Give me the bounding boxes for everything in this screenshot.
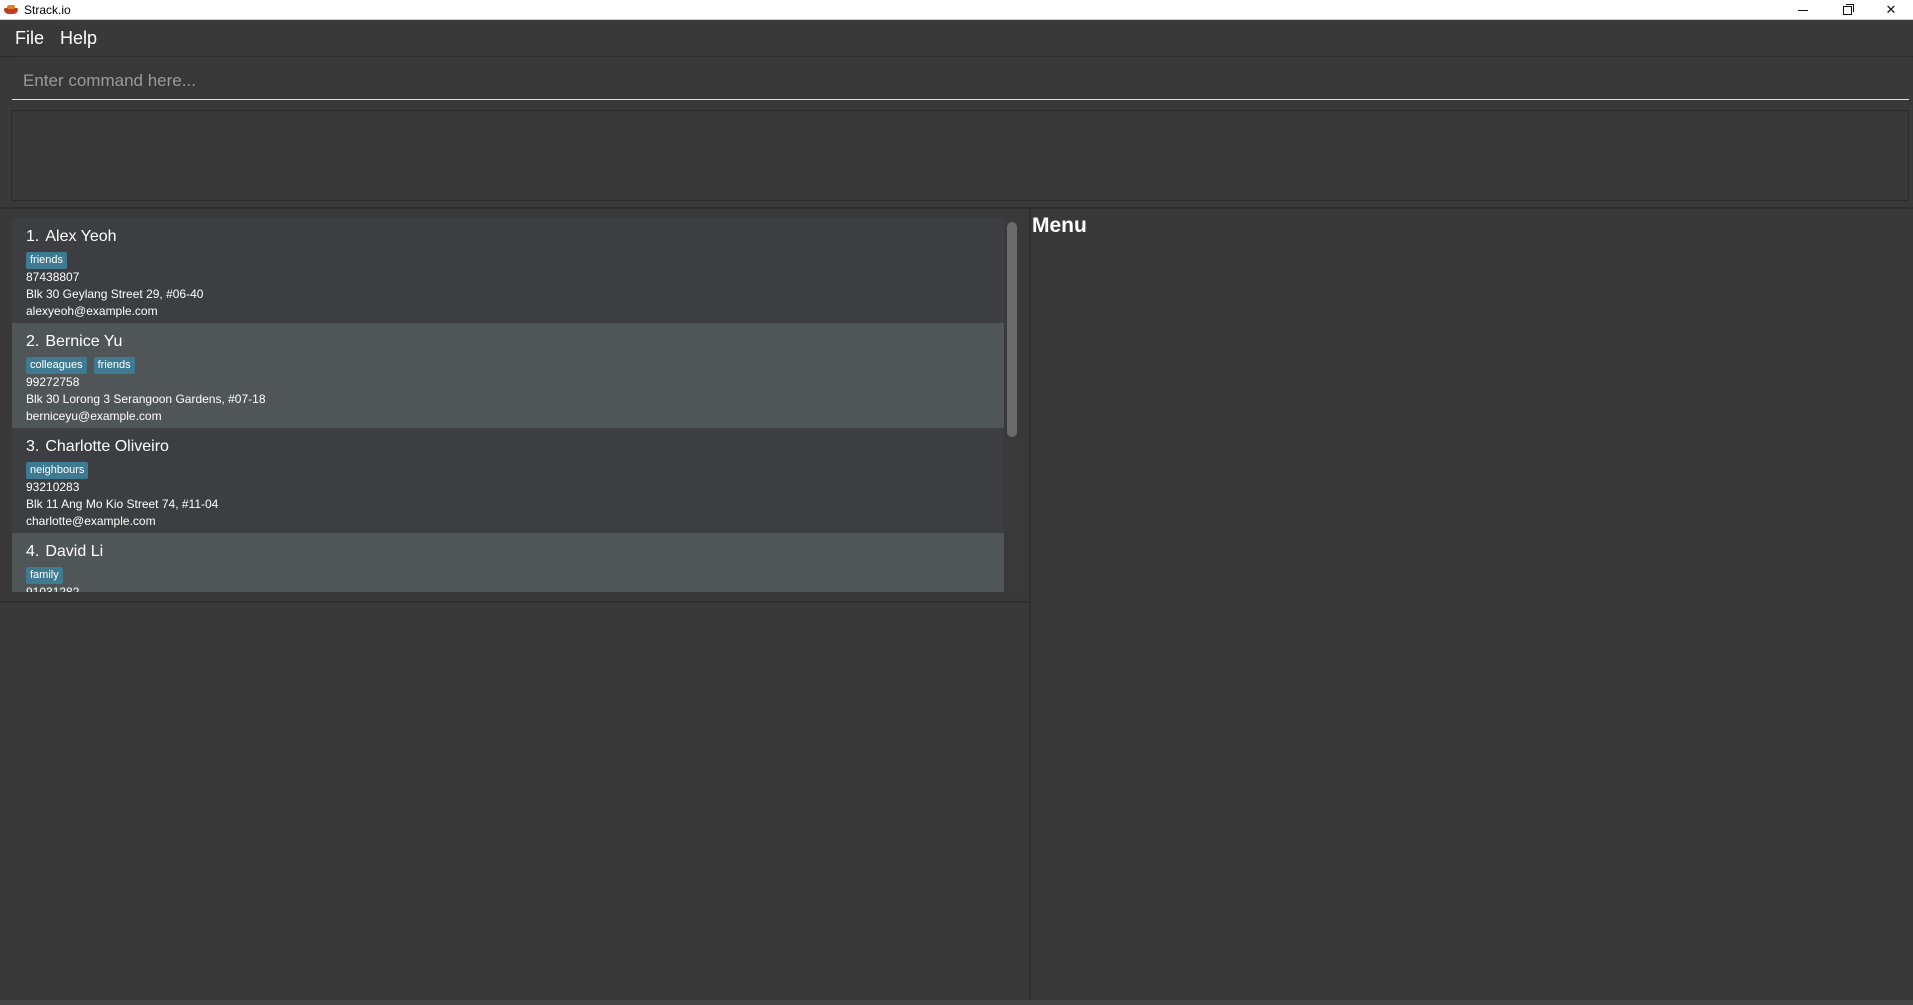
person-email: berniceyu@example.com	[26, 409, 162, 423]
person-email: charlotte@example.com	[26, 514, 156, 528]
divider	[1029, 208, 1031, 1000]
scrollbar-thumb[interactable]	[1007, 222, 1017, 437]
close-icon: ✕	[1885, 2, 1897, 17]
person-name: 2. Bernice Yu	[26, 333, 123, 350]
person-email: alexyeoh@example.com	[26, 304, 158, 318]
tag: colleagues	[26, 357, 87, 374]
menu-bar: File Help	[0, 20, 1913, 57]
person-phone: 93210283	[26, 480, 80, 494]
person-name: 1. Alex Yeoh	[26, 228, 117, 245]
result-display	[11, 110, 1909, 201]
minimize-button[interactable]	[1781, 0, 1825, 20]
person-name: 4. David Li	[26, 543, 104, 560]
person-address: Blk 30 Geylang Street 29, #06-40	[26, 287, 204, 301]
divider	[0, 207, 1913, 209]
person-card[interactable]: 4. David Li family 91031282	[12, 533, 1004, 592]
person-phone: 91031282	[26, 585, 80, 592]
tag-list: family	[26, 567, 990, 584]
menu-panel: Menu	[1032, 214, 1087, 238]
person-card[interactable]: 3. Charlotte Oliveiro neighbours 93210283…	[12, 428, 1004, 533]
person-name: 3. Charlotte Oliveiro	[26, 438, 169, 455]
tag-list: colleagues friends	[26, 357, 990, 374]
command-input[interactable]	[12, 62, 1909, 99]
status-bar	[0, 1000, 1913, 1005]
person-card[interactable]: 1. Alex Yeoh friends 87438807 Blk 30 Geyl…	[12, 218, 1004, 323]
window-controls: ✕	[1781, 0, 1913, 20]
close-button[interactable]: ✕	[1869, 0, 1913, 20]
menu-file[interactable]: File	[7, 28, 52, 49]
tag: family	[26, 567, 63, 584]
app-logo-icon	[4, 4, 18, 15]
person-address: Blk 11 Ang Mo Kio Street 74, #11-04	[26, 497, 219, 511]
tag: friends	[26, 252, 68, 269]
title-bar: Strack.io ✕	[0, 0, 1913, 20]
person-address: Blk 30 Lorong 3 Serangoon Gardens, #07-1…	[26, 392, 266, 406]
person-phone: 99272758	[26, 375, 80, 389]
person-card[interactable]: 2. Bernice Yu colleagues friends 99272758…	[12, 323, 1004, 428]
tag: friends	[93, 357, 135, 374]
maximize-button[interactable]	[1825, 0, 1869, 20]
person-phone: 87438807	[26, 270, 80, 284]
tag: neighbours	[26, 462, 89, 479]
menu-title: Menu	[1032, 214, 1087, 237]
minimize-icon	[1798, 9, 1808, 11]
tag-list: friends	[26, 252, 990, 269]
divider	[0, 601, 1030, 603]
menu-help[interactable]: Help	[52, 28, 105, 49]
command-box	[12, 62, 1909, 100]
restore-icon	[1842, 3, 1854, 15]
person-list[interactable]: 1. Alex Yeoh friends 87438807 Blk 30 Geyl…	[12, 218, 1004, 592]
tag-list: neighbours	[26, 462, 990, 479]
window-title: Strack.io	[24, 2, 71, 17]
